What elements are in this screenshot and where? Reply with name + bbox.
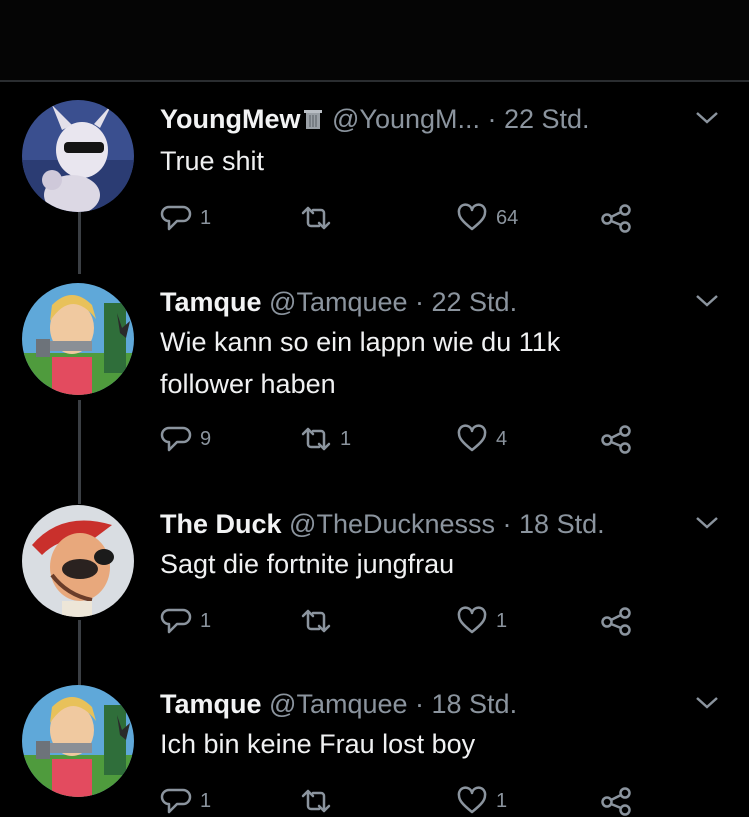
reply-count: 1: [200, 206, 212, 229]
separator: ·: [495, 509, 520, 539]
reply-icon: [160, 608, 192, 634]
share-button[interactable]: [600, 605, 632, 637]
tweet-header: Tamque @Tamquee · 22 Std.: [160, 285, 517, 319]
timestamp[interactable]: 18 Std.: [519, 509, 605, 539]
share-icon: [601, 425, 631, 454]
header-divider: [0, 80, 749, 82]
reply-count: 1: [200, 789, 212, 812]
display-name[interactable]: Tamque: [160, 689, 262, 719]
chevron-down-icon[interactable]: [694, 110, 720, 126]
like-icon: [457, 203, 487, 231]
avatar[interactable]: [22, 685, 134, 797]
share-button[interactable]: [600, 202, 632, 234]
tweet[interactable]: YoungMew @YoungM... · 22 Std. True shit …: [0, 100, 749, 280]
share-button[interactable]: [600, 423, 632, 455]
timestamp[interactable]: 22 Std.: [504, 104, 590, 134]
handle[interactable]: @Tamquee: [269, 689, 407, 719]
tweet-text-line: Sagt die fortnite jungfrau: [160, 549, 455, 579]
action-bar: 9 1 4: [160, 423, 660, 455]
action-bar: 1 64: [160, 202, 660, 234]
retweet-button[interactable]: 1: [300, 423, 351, 455]
avatar[interactable]: [22, 100, 134, 212]
chevron-down-icon[interactable]: [694, 695, 720, 711]
handle[interactable]: @YoungM...: [332, 104, 480, 134]
action-bar: 1 1: [160, 605, 660, 637]
reply-button[interactable]: 1: [160, 202, 211, 234]
tweet-text-line: Ich bin keine Frau lost boy: [160, 729, 476, 759]
reply-icon: [160, 205, 192, 231]
tweet-header: The Duck @TheDucknesss · 18 Std.: [160, 507, 605, 541]
handle[interactable]: @TheDucknesss: [289, 509, 495, 539]
avatar[interactable]: [22, 283, 134, 395]
share-icon: [601, 607, 631, 636]
display-name[interactable]: The Duck: [160, 509, 282, 539]
tweet[interactable]: The Duck @TheDucknesss · 18 Std. Sagt di…: [0, 505, 749, 665]
retweet-icon: [301, 206, 331, 230]
action-bar: 1 1: [160, 785, 660, 817]
retweet-icon: [301, 427, 331, 451]
trash-can-emoji-icon: [302, 105, 324, 129]
tweet-header: YoungMew @YoungM... · 22 Std.: [160, 102, 590, 136]
share-icon: [601, 787, 631, 816]
chevron-down-icon[interactable]: [694, 293, 720, 309]
like-count: 1: [496, 609, 508, 632]
tweet-header: Tamque @Tamquee · 18 Std.: [160, 687, 517, 721]
retweet-icon: [301, 609, 331, 633]
like-icon: [457, 606, 487, 634]
like-button[interactable]: 64: [456, 202, 518, 234]
tweet-text-line: follower haben: [160, 369, 336, 399]
retweet-button[interactable]: [300, 605, 340, 637]
display-name[interactable]: YoungMew: [160, 104, 300, 134]
like-icon: [457, 424, 487, 452]
top-bar: [0, 0, 749, 80]
separator: ·: [480, 104, 504, 134]
tweet-text: True shit: [160, 140, 680, 182]
share-icon: [601, 204, 631, 233]
retweet-icon: [301, 789, 331, 813]
like-count: 64: [496, 206, 519, 229]
reply-button[interactable]: 9: [160, 423, 211, 455]
display-name[interactable]: Tamque: [160, 287, 262, 317]
tweet-text-line: True shit: [160, 146, 265, 176]
separator: ·: [407, 689, 432, 719]
handle[interactable]: @Tamquee: [269, 287, 407, 317]
separator: ·: [407, 287, 432, 317]
share-button[interactable]: [600, 785, 632, 817]
like-count: 1: [496, 789, 508, 812]
tweet-text: Wie kann so ein lappn wie du 11k followe…: [160, 321, 680, 405]
avatar[interactable]: [22, 505, 134, 617]
like-button[interactable]: 1: [456, 785, 507, 817]
reply-button[interactable]: 1: [160, 605, 211, 637]
like-button[interactable]: 1: [456, 605, 507, 637]
retweet-button[interactable]: [300, 785, 340, 817]
tweet-text: Sagt die fortnite jungfrau: [160, 543, 680, 585]
like-count: 4: [496, 427, 508, 450]
tweet[interactable]: Tamque @Tamquee · 18 Std. Ich bin keine …: [0, 685, 749, 816]
tweet-text: Ich bin keine Frau lost boy: [160, 723, 680, 765]
timestamp[interactable]: 18 Std.: [432, 689, 518, 719]
tweet-text-line: Wie kann so ein lappn wie du 11k: [160, 327, 561, 357]
reply-count: 1: [200, 609, 212, 632]
like-button[interactable]: 4: [456, 423, 507, 455]
retweet-button[interactable]: [300, 202, 340, 234]
reply-icon: [160, 426, 192, 452]
reply-icon: [160, 788, 192, 814]
reply-button[interactable]: 1: [160, 785, 211, 817]
reply-count: 9: [200, 427, 212, 450]
like-icon: [457, 786, 487, 814]
retweet-count: 1: [340, 427, 352, 450]
chevron-down-icon[interactable]: [694, 515, 720, 531]
tweet[interactable]: Tamque @Tamquee · 22 Std. Wie kann so ei…: [0, 283, 749, 483]
timestamp[interactable]: 22 Std.: [432, 287, 518, 317]
